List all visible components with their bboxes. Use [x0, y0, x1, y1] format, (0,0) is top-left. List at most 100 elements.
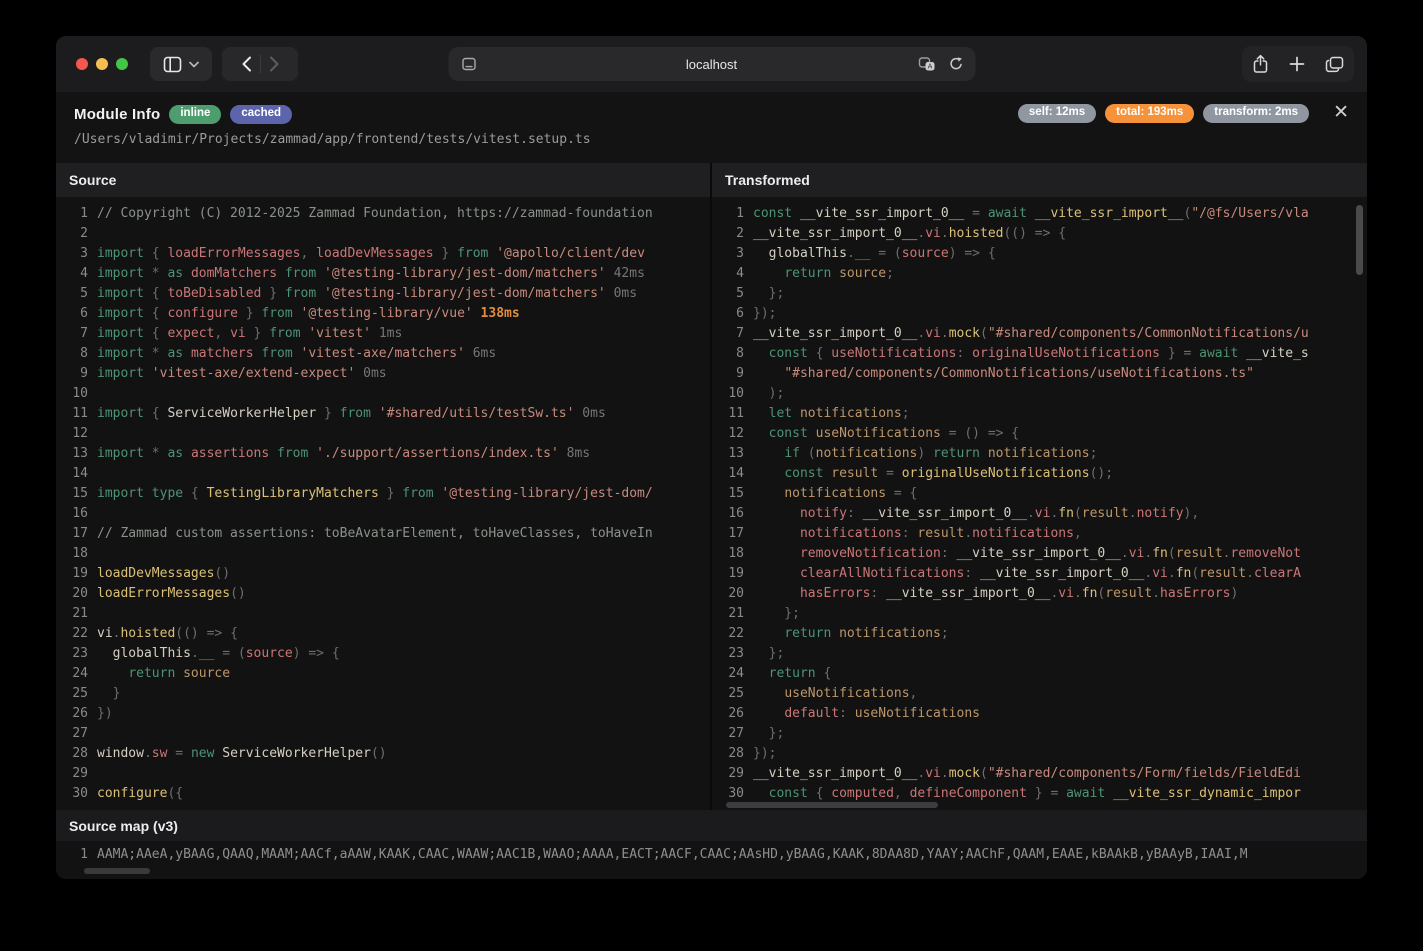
reload-icon[interactable] [948, 56, 963, 72]
line-number: 22 [56, 624, 88, 644]
code-line: 1// Copyright (C) 2012-2025 Zammad Found… [56, 204, 710, 224]
line-number: 21 [712, 604, 744, 624]
code-line: 11import { ServiceWorkerHelper } from '#… [56, 404, 710, 424]
code-line: 17 notifications: result.notifications, [712, 524, 1367, 544]
forward-icon[interactable] [269, 56, 280, 72]
code-panels: Source 1// Copyright (C) 2012-2025 Zamma… [56, 163, 1367, 810]
code-line: 18 [56, 544, 710, 564]
line-number: 5 [712, 284, 744, 304]
code-line: 14 [56, 464, 710, 484]
line-number: 23 [712, 644, 744, 664]
code-line: 20loadErrorMessages() [56, 584, 710, 604]
translate-icon[interactable]: A [918, 57, 936, 72]
line-number: 20 [712, 584, 744, 604]
line-number: 19 [712, 564, 744, 584]
line-number: 27 [712, 724, 744, 744]
line-number: 12 [56, 424, 88, 444]
line-number: 4 [56, 264, 88, 284]
sourcemap-line-number: 1 [56, 844, 88, 866]
line-number: 18 [712, 544, 744, 564]
code-line: 10 [56, 384, 710, 404]
code-line: 5import { toBeDisabled } from '@testing-… [56, 284, 710, 304]
code-line: 12 const useNotifications = () => { [712, 424, 1367, 444]
code-line: 7__vite_ssr_import_0__.vi.mock("#shared/… [712, 324, 1367, 344]
code-line: 28window.sw = new ServiceWorkerHelper() [56, 744, 710, 764]
code-line: 22vi.hoisted(() => { [56, 624, 710, 644]
transformed-panel: Transformed 1const __vite_ssr_import_0__… [712, 163, 1367, 810]
tab-overview-icon[interactable] [1325, 56, 1344, 73]
address-bar[interactable]: localhost A [448, 47, 975, 81]
line-number: 17 [56, 524, 88, 544]
line-number: 10 [712, 384, 744, 404]
share-icon[interactable] [1252, 54, 1269, 74]
inline-badge: inline [169, 105, 221, 124]
browser-toolbar: localhost A [56, 36, 1367, 92]
code-line: 23 }; [712, 644, 1367, 664]
line-number: 21 [56, 604, 88, 624]
line-number: 4 [712, 264, 744, 284]
sidebar-icon [163, 56, 182, 73]
line-number: 16 [56, 504, 88, 524]
transform-time-badge: transform: 2ms [1203, 104, 1309, 123]
transformed-code[interactable]: 1const __vite_ssr_import_0__ = await __v… [712, 197, 1367, 810]
line-number: 19 [56, 564, 88, 584]
code-line: 27 [56, 724, 710, 744]
line-number: 14 [56, 464, 88, 484]
line-number: 8 [56, 344, 88, 364]
line-number: 25 [56, 684, 88, 704]
line-number: 24 [712, 664, 744, 684]
zoom-window-button[interactable] [116, 58, 128, 70]
sourcemap-section: Source map (v3) 1 AAMA;AAeA,yBAAG,QAAQ,M… [56, 810, 1367, 879]
line-number: 15 [56, 484, 88, 504]
code-line: 20 hasErrors: __vite_ssr_import_0__.vi.f… [712, 584, 1367, 604]
transformed-panel-title: Transformed [712, 163, 1367, 197]
horizontal-scrollbar[interactable] [726, 802, 938, 808]
sourcemap-mappings: AAMA;AAeA,yBAAG,QAAQ,MAAM;AACf,aAAW,KAAK… [88, 844, 1248, 866]
line-number: 24 [56, 664, 88, 684]
code-line: 16 [56, 504, 710, 524]
code-line: 13import * as assertions from './support… [56, 444, 710, 464]
code-line: 15 notifications = { [712, 484, 1367, 504]
code-line: 24 return { [712, 664, 1367, 684]
minimize-window-button[interactable] [96, 58, 108, 70]
code-line: 22 return notifications; [712, 624, 1367, 644]
line-number: 27 [56, 724, 88, 744]
line-number: 3 [712, 244, 744, 264]
svg-text:A: A [927, 62, 932, 70]
code-line: 4import * as domMatchers from '@testing-… [56, 264, 710, 284]
line-number: 23 [56, 644, 88, 664]
line-number: 6 [56, 304, 88, 324]
back-icon[interactable] [241, 56, 252, 72]
toolbar-right-buttons [1242, 46, 1354, 82]
line-number: 3 [56, 244, 88, 264]
source-code[interactable]: 1// Copyright (C) 2012-2025 Zammad Found… [56, 197, 710, 810]
close-icon[interactable]: ✕ [1331, 101, 1351, 124]
code-line: 16 notify: __vite_ssr_import_0__.vi.fn(r… [712, 504, 1367, 524]
sidebar-toggle-button[interactable] [150, 47, 212, 81]
code-line: 19loadDevMessages() [56, 564, 710, 584]
code-line: 8import * as matchers from 'vitest-axe/m… [56, 344, 710, 364]
line-number: 25 [712, 684, 744, 704]
vertical-scrollbar[interactable] [1356, 205, 1363, 275]
line-number: 7 [712, 324, 744, 344]
new-tab-icon[interactable] [1289, 56, 1305, 72]
traffic-lights [76, 58, 128, 70]
code-line: 3import { loadErrorMessages, loadDevMess… [56, 244, 710, 264]
line-number: 11 [712, 404, 744, 424]
code-line: 9 "#shared/components/CommonNotification… [712, 364, 1367, 384]
code-line: 14 const result = originalUseNotificatio… [712, 464, 1367, 484]
code-line: 21 }; [712, 604, 1367, 624]
line-number: 30 [56, 784, 88, 804]
close-window-button[interactable] [76, 58, 88, 70]
code-line: 1const __vite_ssr_import_0__ = await __v… [712, 204, 1367, 224]
self-time-badge: self: 12ms [1018, 104, 1096, 123]
sourcemap-horizontal-scrollbar[interactable] [84, 868, 150, 874]
page-settings-icon[interactable] [461, 57, 476, 71]
line-number: 1 [712, 204, 744, 224]
line-number: 10 [56, 384, 88, 404]
code-line: 13 if (notifications) return notificatio… [712, 444, 1367, 464]
code-line: 19 clearAllNotifications: __vite_ssr_imp… [712, 564, 1367, 584]
code-line: 27 }; [712, 724, 1367, 744]
timing-badges: self: 12ms total: 193ms transform: 2ms [1018, 104, 1309, 123]
line-number: 13 [56, 444, 88, 464]
